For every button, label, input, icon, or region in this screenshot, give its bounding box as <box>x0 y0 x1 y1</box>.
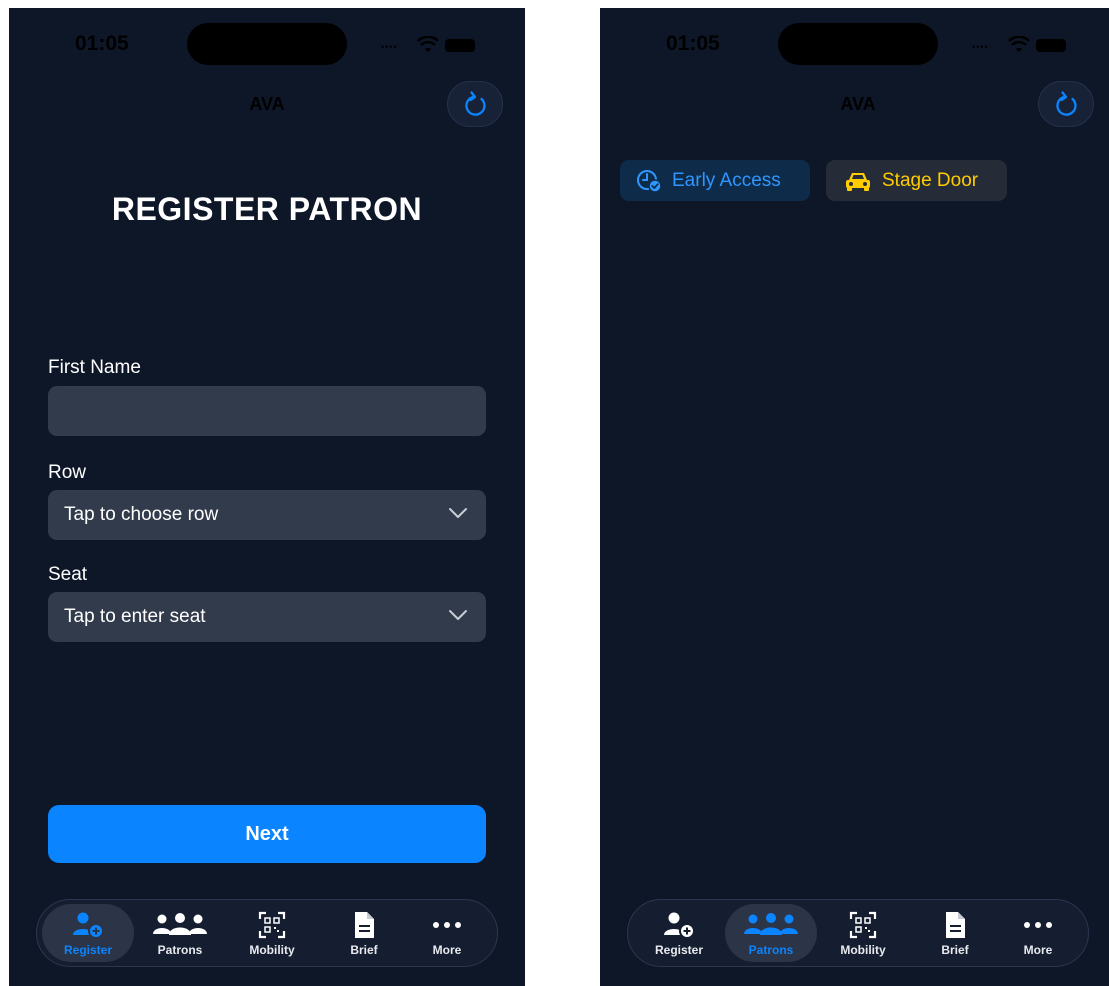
signal-icon: •••• <box>381 42 398 52</box>
tab-patrons[interactable]: Patrons <box>725 904 817 962</box>
clock-check-icon <box>636 169 662 193</box>
document-icon <box>944 911 966 939</box>
tab-brief[interactable]: Brief <box>909 904 1001 962</box>
register-screen: 01:05 •••• AVA REGISTER PATRON First Nam… <box>9 8 525 986</box>
tab-more[interactable]: More <box>401 904 493 962</box>
tab-label: More <box>1023 943 1053 957</box>
tab-label: More <box>432 943 462 957</box>
stage-door-chip[interactable]: Stage Door <box>826 160 1007 201</box>
tab-bar: Register Patrons Mobility Brief More <box>627 899 1089 967</box>
dynamic-island <box>187 23 347 65</box>
row-label: Row <box>48 462 87 483</box>
status-icons: •••• <box>381 36 481 54</box>
person-add-icon <box>71 911 105 939</box>
status-time: 01:05 <box>666 32 720 55</box>
tab-label: Patrons <box>157 943 203 957</box>
refresh-button[interactable] <box>1038 81 1094 127</box>
refresh-icon <box>1056 91 1077 116</box>
tab-label: Patrons <box>748 943 794 957</box>
tab-label: Mobility <box>249 943 295 957</box>
car-icon <box>844 170 872 192</box>
battery-icon <box>445 39 475 52</box>
people-group-icon <box>152 911 208 939</box>
row-select[interactable]: Tap to choose row <box>48 490 486 540</box>
seat-select[interactable]: Tap to enter seat <box>48 592 486 642</box>
first-name-label: First Name <box>48 357 141 378</box>
page-title: REGISTER PATRON <box>111 191 423 227</box>
tab-label: Register <box>63 943 113 957</box>
patrons-screen: 01:05 •••• AVA Early Access Stage Door R… <box>600 8 1109 986</box>
tab-label: Mobility <box>840 943 886 957</box>
qr-code-icon <box>258 911 286 939</box>
refresh-icon <box>465 91 486 116</box>
qr-code-icon <box>849 911 877 939</box>
tab-register[interactable]: Register <box>42 904 134 962</box>
tab-more[interactable]: More <box>992 904 1084 962</box>
ellipsis-icon <box>1023 911 1053 939</box>
wifi-icon <box>1008 36 1030 52</box>
tab-mobility[interactable]: Mobility <box>226 904 318 962</box>
next-button[interactable]: Next <box>48 805 486 863</box>
tab-bar: Register Patrons Mobility Brief More <box>36 899 498 967</box>
signal-icon: •••• <box>972 42 989 52</box>
chevron-down-icon <box>449 610 467 620</box>
wifi-icon <box>417 36 439 52</box>
dynamic-island <box>778 23 938 65</box>
person-add-icon <box>662 911 696 939</box>
seat-select-value: Tap to enter seat <box>64 606 206 627</box>
tab-label: Brief <box>350 943 378 957</box>
seat-label: Seat <box>48 564 88 585</box>
ellipsis-icon <box>432 911 462 939</box>
row-select-value: Tap to choose row <box>64 504 219 525</box>
nav-title: AVA <box>840 94 876 114</box>
tab-patrons[interactable]: Patrons <box>134 904 226 962</box>
status-time: 01:05 <box>75 32 129 55</box>
status-icons: •••• <box>972 36 1072 54</box>
people-group-icon <box>743 911 799 939</box>
tab-label: Register <box>654 943 704 957</box>
tab-register[interactable]: Register <box>633 904 725 962</box>
first-name-field[interactable] <box>48 386 486 436</box>
tab-brief[interactable]: Brief <box>318 904 410 962</box>
battery-icon <box>1036 39 1066 52</box>
tab-mobility[interactable]: Mobility <box>817 904 909 962</box>
document-icon <box>353 911 375 939</box>
chevron-down-icon <box>449 508 467 518</box>
refresh-button[interactable] <box>447 81 503 127</box>
tab-label: Brief <box>941 943 969 957</box>
early-access-chip[interactable]: Early Access <box>620 160 810 201</box>
chip-label: Stage Door <box>882 169 979 191</box>
chip-label: Early Access <box>672 169 781 191</box>
